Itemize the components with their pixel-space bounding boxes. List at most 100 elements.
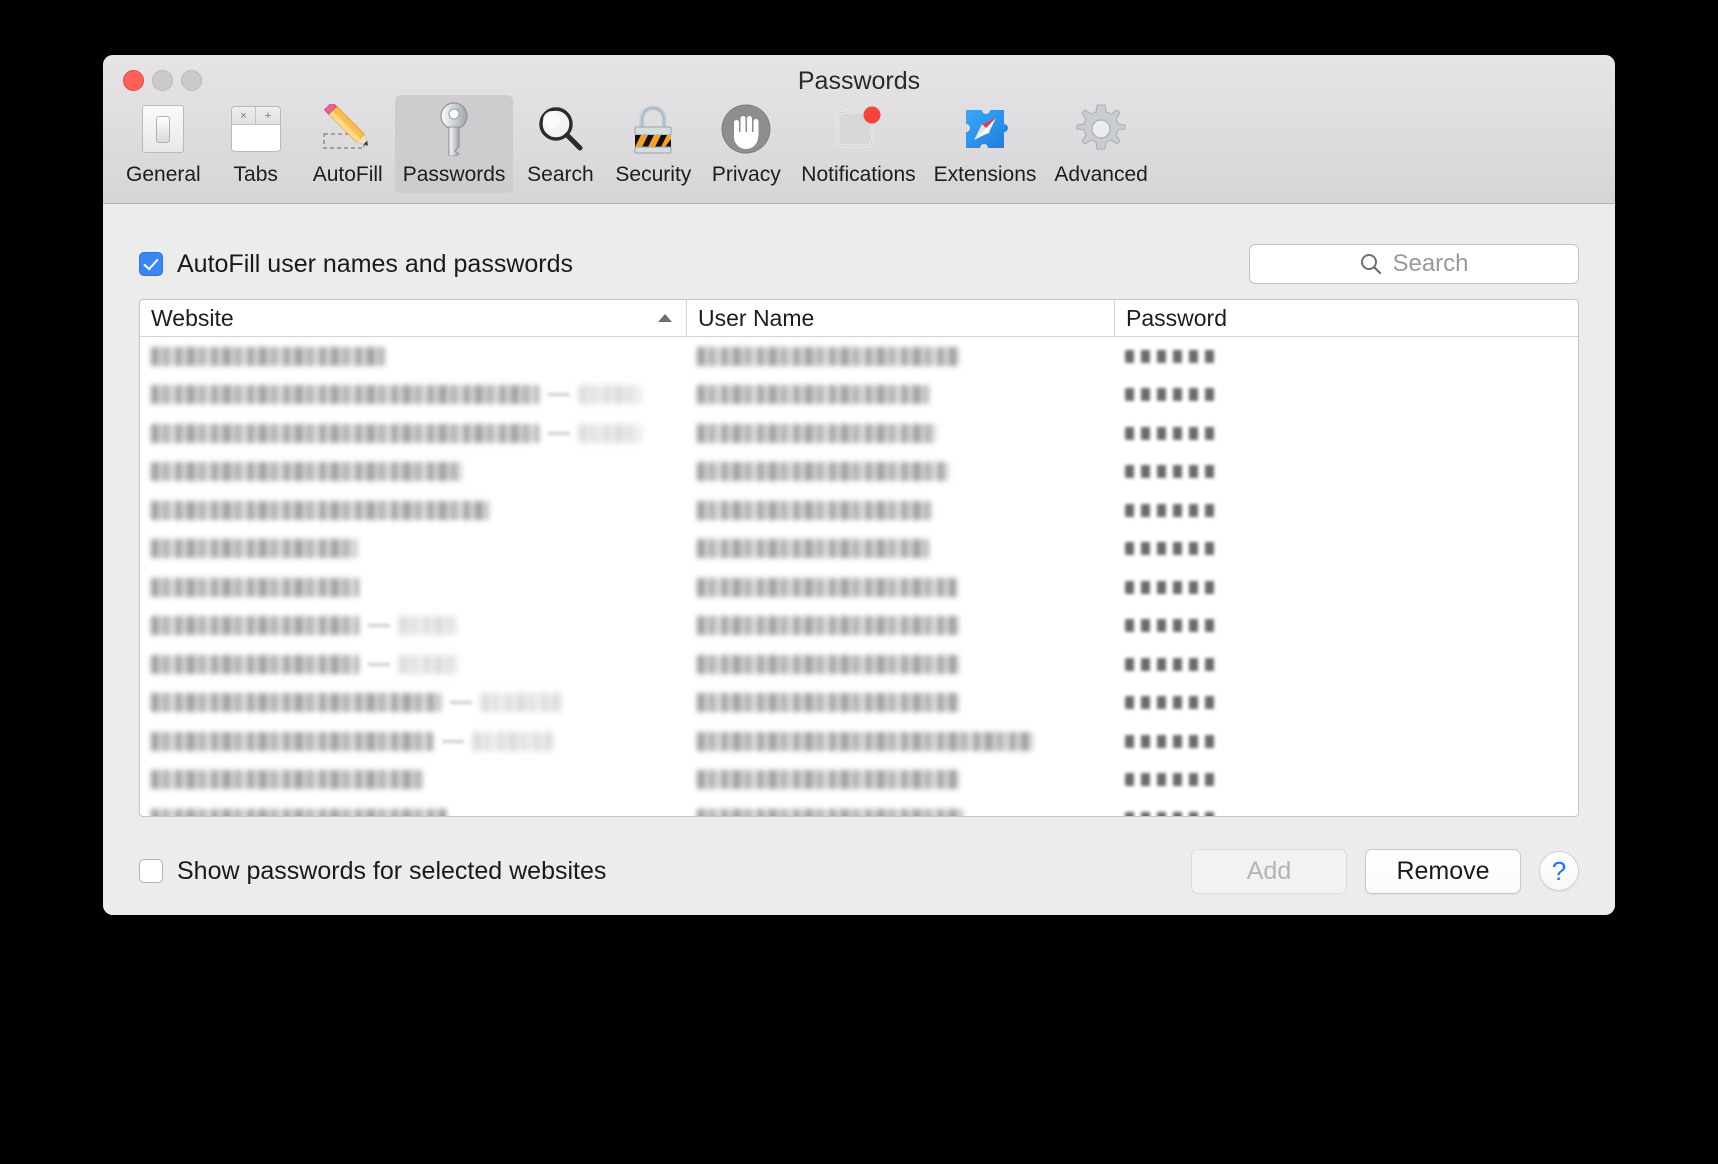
- toolbar-item-passwords[interactable]: Passwords: [395, 95, 514, 193]
- redacted-password-dots: [1125, 350, 1221, 363]
- toolbar-item-autofill[interactable]: AutoFill: [303, 95, 393, 193]
- redacted-username-text: [697, 655, 959, 674]
- column-header-username[interactable]: User Name: [686, 300, 1114, 336]
- toolbar-label-advanced: Advanced: [1054, 163, 1147, 187]
- show-passwords-checkbox-row[interactable]: Show passwords for selected websites: [139, 857, 606, 886]
- cell-website: [140, 424, 686, 443]
- table-row[interactable]: [140, 684, 1578, 723]
- table-row[interactable]: [140, 530, 1578, 569]
- pencil-autofill-icon: [320, 101, 376, 157]
- toolbar-item-advanced[interactable]: Advanced: [1046, 95, 1155, 193]
- column-header-website[interactable]: Website: [140, 300, 686, 336]
- table-row[interactable]: [140, 645, 1578, 684]
- redacted-username-text: [697, 501, 931, 520]
- cell-username: [686, 616, 1114, 635]
- column-header-website-label: Website: [151, 305, 234, 332]
- cell-username: [686, 809, 1114, 817]
- separator-dash: [442, 740, 464, 743]
- redacted-username-text: [697, 732, 1033, 751]
- cell-website: [140, 770, 686, 789]
- show-passwords-checkbox[interactable]: [139, 859, 163, 883]
- autofill-checkbox[interactable]: [139, 252, 163, 276]
- separator-dash: [450, 701, 472, 704]
- redacted-password-dots: [1125, 735, 1221, 748]
- redacted-username-text: [697, 347, 959, 366]
- redacted-website-text: [151, 578, 359, 597]
- redacted-username-text: [697, 809, 963, 817]
- redacted-password-dots: [1125, 465, 1221, 478]
- screen: Passwords General ×+ Tabs: [0, 0, 1718, 1164]
- toolbar-label-search: Search: [527, 163, 594, 187]
- preferences-window: Passwords General ×+ Tabs: [103, 55, 1615, 915]
- gear-icon: [1073, 101, 1129, 157]
- puzzle-compass-icon: [957, 101, 1013, 157]
- redacted-website-text: [151, 462, 463, 481]
- redacted-password-dots: [1125, 658, 1221, 671]
- cell-username: [686, 424, 1114, 443]
- separator-dash: [368, 624, 390, 627]
- add-button[interactable]: Add: [1191, 849, 1347, 894]
- toolbar-item-privacy[interactable]: Privacy: [701, 95, 791, 193]
- table-row[interactable]: [140, 414, 1578, 453]
- toolbar-item-notifications[interactable]: Notifications: [793, 95, 923, 193]
- redacted-website-text: [151, 655, 359, 674]
- redacted-website-scheme: [399, 655, 459, 674]
- toolbar-item-search[interactable]: Search: [515, 95, 605, 193]
- help-button[interactable]: ?: [1539, 851, 1579, 891]
- toolbar-label-autofill: AutoFill: [313, 163, 383, 187]
- redacted-username-text: [697, 424, 937, 443]
- redacted-password-dots: [1125, 388, 1221, 401]
- cell-username: [686, 462, 1114, 481]
- cell-username: [686, 693, 1114, 712]
- toolbar-item-security[interactable]: Security: [607, 95, 699, 193]
- toolbar-item-tabs[interactable]: ×+ Tabs: [211, 95, 301, 193]
- table-row[interactable]: [140, 376, 1578, 415]
- table-row[interactable]: [140, 799, 1578, 817]
- redacted-website-text: [151, 347, 385, 366]
- table-row[interactable]: [140, 453, 1578, 492]
- redacted-password-dots: [1125, 542, 1221, 555]
- cell-website: [140, 732, 686, 751]
- cell-password: [1114, 427, 1578, 440]
- toolbar-label-general: General: [126, 163, 201, 187]
- cell-website: [140, 578, 686, 597]
- search-field[interactable]: Search: [1249, 244, 1579, 284]
- cell-username: [686, 385, 1114, 404]
- autofill-checkbox-row[interactable]: AutoFill user names and passwords: [139, 250, 573, 279]
- redacted-website-scheme: [579, 424, 641, 443]
- cell-website: [140, 655, 686, 674]
- cell-website: [140, 462, 686, 481]
- remove-button[interactable]: Remove: [1365, 849, 1521, 894]
- cell-password: [1114, 465, 1578, 478]
- redacted-website-scheme: [473, 732, 553, 751]
- toolbar-item-extensions[interactable]: Extensions: [926, 95, 1045, 193]
- redacted-website-text: [151, 385, 539, 404]
- table-body[interactable]: [140, 337, 1578, 817]
- cell-password: [1114, 542, 1578, 555]
- redacted-password-dots: [1125, 619, 1221, 632]
- cell-website: [140, 616, 686, 635]
- cell-password: [1114, 581, 1578, 594]
- redacted-website-text: [151, 539, 357, 558]
- search-icon: [1359, 252, 1383, 276]
- notification-badge-icon: [830, 101, 886, 157]
- cell-username: [686, 655, 1114, 674]
- redacted-password-dots: [1125, 581, 1221, 594]
- table-row[interactable]: [140, 761, 1578, 800]
- redacted-password-dots: [1125, 773, 1221, 786]
- table-row[interactable]: [140, 491, 1578, 530]
- table-row[interactable]: [140, 337, 1578, 376]
- redacted-username-text: [697, 578, 957, 597]
- table-row[interactable]: [140, 722, 1578, 761]
- search-placeholder: Search: [1392, 250, 1468, 278]
- redacted-website-text: [151, 770, 423, 789]
- magnifier-icon: [532, 101, 588, 157]
- passwords-table[interactable]: Website User Name Password: [139, 299, 1579, 817]
- redacted-website-text: [151, 693, 441, 712]
- column-header-password[interactable]: Password: [1114, 300, 1578, 336]
- table-row[interactable]: [140, 568, 1578, 607]
- table-row[interactable]: [140, 607, 1578, 646]
- general-switch-icon: [135, 101, 191, 157]
- toolbar-item-general[interactable]: General: [118, 95, 209, 193]
- cell-password: [1114, 658, 1578, 671]
